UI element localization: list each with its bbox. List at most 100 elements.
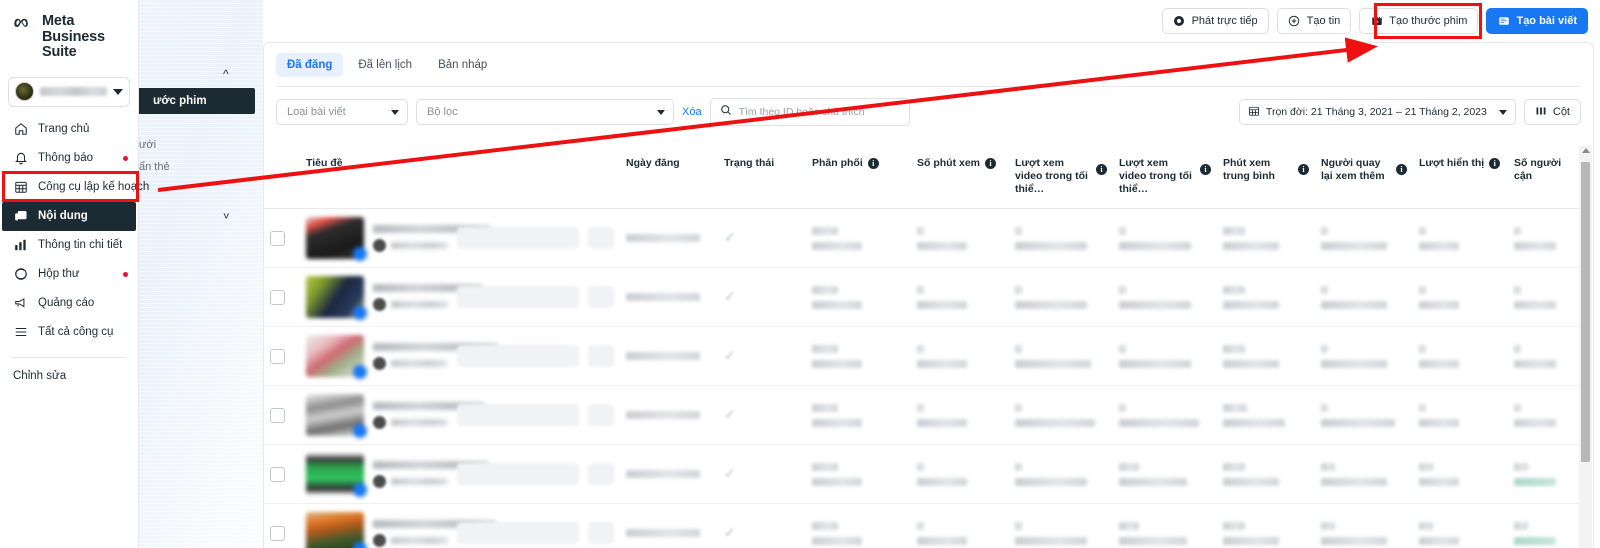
search-box[interactable]	[709, 98, 910, 126]
views1-sub-redacted	[1015, 418, 1095, 427]
views2-value-redacted	[1119, 285, 1126, 294]
col-distribution[interactable]: Phân phối i	[806, 146, 911, 209]
tab-scheduled[interactable]: Đã lên lịch	[347, 53, 423, 77]
col-publish-date[interactable]: Ngày đăng	[620, 146, 718, 209]
post-thumbnail[interactable]	[306, 453, 367, 497]
info-icon[interactable]: i	[1200, 164, 1211, 175]
row-reach-cell	[1508, 385, 1579, 445]
table-row[interactable]: ✓	[264, 267, 1579, 327]
published-check-icon: ✓	[724, 229, 736, 245]
sidebar-item-insights[interactable]: Thông tin chi tiết	[0, 231, 138, 260]
col-title[interactable]: Tiêu đề	[300, 146, 620, 209]
views2-value-redacted	[1119, 521, 1139, 530]
row-title-cell[interactable]	[300, 444, 620, 504]
row-video-views-1-cell	[1009, 444, 1113, 504]
sidebar-item-ads[interactable]: Quảng cáo	[0, 289, 138, 318]
info-icon[interactable]: i	[1489, 158, 1501, 169]
row-title-cell[interactable]	[300, 385, 620, 445]
plus-circle-icon	[1288, 15, 1301, 28]
info-icon[interactable]: i	[867, 158, 879, 169]
col-impressions[interactable]: Lượt hiển thị i	[1413, 146, 1508, 209]
row-checkbox-cell[interactable]	[264, 444, 300, 504]
col-minutes-viewed[interactable]: Số phút xem i	[911, 146, 1009, 209]
info-icon[interactable]: i	[1096, 164, 1107, 175]
row-title-cell[interactable]	[300, 326, 620, 386]
col-reach[interactable]: Số người cận	[1508, 146, 1579, 209]
published-check-icon: ✓	[724, 406, 736, 422]
chevron-up-icon[interactable]: ^	[223, 67, 229, 81]
post-thumbnail[interactable]	[306, 394, 367, 438]
post-type-select[interactable]: Loại bài viết	[276, 99, 408, 125]
row-checkbox[interactable]	[270, 348, 285, 364]
sidebar-item-content[interactable]: Nội dung	[2, 201, 136, 231]
info-icon[interactable]: i	[1396, 164, 1407, 175]
row-checkbox-cell[interactable]	[264, 208, 300, 268]
chevron-down-icon[interactable]: ˅	[223, 211, 229, 223]
col-video-views-1[interactable]: Lượt xem video trong tối thiể… i	[1009, 146, 1113, 209]
row-impressions-cell	[1413, 444, 1508, 504]
columns-button[interactable]: Cột	[1523, 99, 1581, 125]
impressions-sub-redacted	[1419, 536, 1459, 545]
publish-date-redacted	[626, 470, 700, 478]
row-title-cell[interactable]	[300, 208, 620, 268]
row-checkbox-cell[interactable]	[264, 326, 300, 386]
post-thumbnail[interactable]	[306, 217, 367, 261]
distribution-value-redacted	[812, 521, 838, 530]
chevron-down-icon[interactable]	[113, 88, 123, 95]
post-thumbnail[interactable]	[306, 512, 367, 548]
scroll-up-arrow-icon[interactable]	[1582, 148, 1590, 153]
table-vertical-scrollbar[interactable]	[1579, 146, 1592, 548]
row-title-cell[interactable]	[300, 267, 620, 327]
sidebar-edit-link[interactable]: Chỉnh sửa	[0, 358, 138, 382]
table-row[interactable]: ✓	[264, 208, 1579, 268]
row-checkbox-cell[interactable]	[264, 267, 300, 327]
table-row[interactable]: ✓	[264, 385, 1579, 445]
col-avg-minutes[interactable]: Phút xem trung bình i	[1217, 146, 1315, 209]
row-checkbox[interactable]	[270, 525, 285, 541]
table-row[interactable]: ✓	[264, 444, 1579, 504]
post-extra-redacted	[588, 227, 614, 249]
create-reel-button[interactable]: Tạo thước phim	[1359, 8, 1479, 34]
table-row[interactable]: ✓	[264, 326, 1579, 386]
tab-published[interactable]: Đã đăng	[276, 53, 344, 77]
row-checkbox-cell[interactable]	[264, 503, 300, 548]
sidebar-item-planner[interactable]: Công cụ lập kế hoạch	[0, 173, 149, 202]
info-icon[interactable]: i	[985, 158, 997, 169]
tab-drafts[interactable]: Bản nháp	[427, 53, 498, 77]
sidebar-item-home[interactable]: Trang chủ	[0, 115, 138, 144]
distribution-value-redacted	[812, 226, 838, 235]
post-thumbnail[interactable]	[306, 276, 367, 320]
date-range-picker[interactable]: Trọn đời: 21 Tháng 3, 2021 – 21 Tháng 2,…	[1238, 99, 1516, 125]
row-checkbox[interactable]	[270, 407, 285, 423]
sidebar-item-notifications[interactable]: Thông báo	[0, 144, 138, 173]
row-checkbox-cell[interactable]	[264, 385, 300, 445]
row-checkbox[interactable]	[270, 230, 285, 246]
row-returning-viewers-cell	[1315, 208, 1413, 268]
row-checkbox[interactable]	[270, 466, 285, 482]
create-post-button[interactable]: Tạo bài viết	[1486, 8, 1588, 34]
row-publish-date-cell	[620, 326, 718, 386]
sidebar-item-inbox[interactable]: Hộp thư	[0, 260, 138, 289]
account-switcher[interactable]	[8, 76, 130, 107]
minutes-value-redacted	[917, 521, 924, 530]
row-checkbox[interactable]	[270, 289, 285, 305]
col-status[interactable]: Trạng thái	[718, 146, 806, 209]
table-row[interactable]: ✓	[264, 503, 1579, 548]
clear-filters-link[interactable]: Xóa	[682, 106, 702, 118]
col-video-views-2[interactable]: Lượt xem video trong tối thiể… i	[1113, 146, 1217, 209]
col-returning-viewers[interactable]: Người quay lại xem thêm i	[1315, 146, 1413, 209]
search-icon	[720, 103, 732, 121]
create-story-button[interactable]: Tạo tin	[1276, 8, 1352, 34]
info-icon[interactable]: i	[1298, 164, 1309, 175]
filter-select[interactable]: Bộ lọc	[416, 99, 674, 125]
chat-bubble-icon	[13, 266, 29, 282]
row-title-cell[interactable]	[300, 503, 620, 548]
avgmin-sub-redacted	[1223, 536, 1279, 545]
scrollbar-thumb[interactable]	[1581, 162, 1590, 462]
sidebar-item-all-tools[interactable]: Tất cả công cụ	[0, 318, 138, 347]
go-live-button[interactable]: Phát trực tiếp	[1161, 8, 1269, 34]
post-thumbnail[interactable]	[306, 335, 367, 379]
row-video-views-2-cell	[1113, 208, 1217, 268]
search-input[interactable]	[738, 106, 900, 118]
content-icon	[13, 208, 29, 224]
